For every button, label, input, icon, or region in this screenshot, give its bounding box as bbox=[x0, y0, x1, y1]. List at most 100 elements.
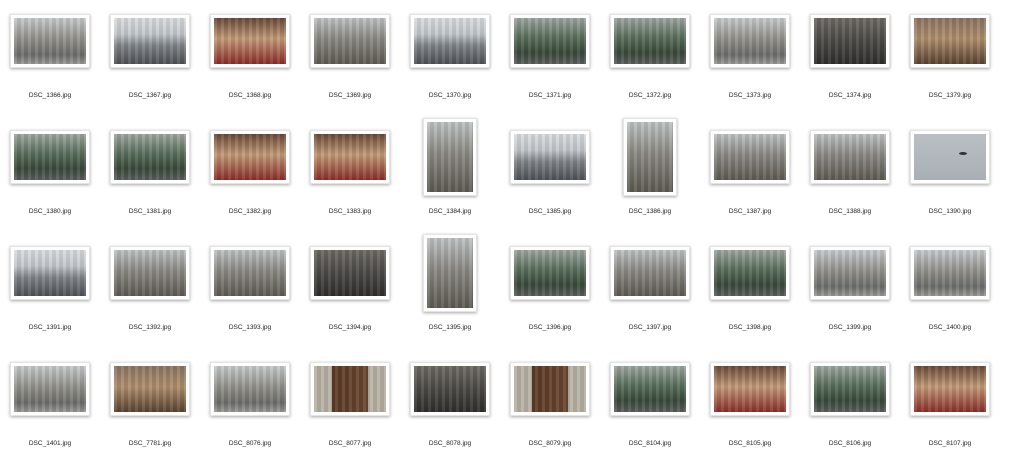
file-name-label[interactable]: DSC_1392.jpg bbox=[100, 324, 200, 331]
file-item[interactable]: DSC_1391.jpg bbox=[0, 232, 100, 348]
file-name-label[interactable]: DSC_1391.jpg bbox=[0, 324, 100, 331]
image-thumbnail[interactable] bbox=[110, 362, 190, 416]
image-thumbnail[interactable] bbox=[510, 362, 590, 416]
file-item[interactable]: DSC_1370.jpg bbox=[400, 0, 500, 116]
file-name-label[interactable]: DSC_1379.jpg bbox=[900, 92, 1000, 99]
file-item[interactable]: DSC_8104.jpg bbox=[600, 348, 700, 464]
file-item[interactable]: DSC_1366.jpg bbox=[0, 0, 100, 116]
file-name-label[interactable]: DSC_1382.jpg bbox=[200, 208, 300, 215]
image-thumbnail[interactable] bbox=[710, 14, 790, 68]
image-thumbnail[interactable] bbox=[210, 246, 290, 300]
image-thumbnail[interactable] bbox=[10, 14, 90, 68]
image-thumbnail[interactable] bbox=[310, 362, 390, 416]
image-thumbnail[interactable] bbox=[423, 234, 477, 312]
file-item[interactable]: DSC_1397.jpg bbox=[600, 232, 700, 348]
file-item[interactable]: DSC_8106.jpg bbox=[800, 348, 900, 464]
file-item[interactable]: DSC_1398.jpg bbox=[700, 232, 800, 348]
file-name-label[interactable]: DSC_1390.jpg bbox=[900, 208, 1000, 215]
file-item[interactable]: DSC_1367.jpg bbox=[100, 0, 200, 116]
file-item[interactable]: DSC_1388.jpg bbox=[800, 116, 900, 232]
file-name-label[interactable]: DSC_8078.jpg bbox=[400, 440, 500, 447]
file-name-label[interactable]: DSC_1381.jpg bbox=[100, 208, 200, 215]
file-item[interactable]: DSC_1384.jpg bbox=[400, 116, 500, 232]
file-name-label[interactable]: DSC_1393.jpg bbox=[200, 324, 300, 331]
image-thumbnail[interactable] bbox=[910, 362, 990, 416]
image-thumbnail[interactable] bbox=[810, 14, 890, 68]
file-item[interactable]: DSC_1401.jpg bbox=[0, 348, 100, 464]
file-item[interactable]: DSC_1372.jpg bbox=[600, 0, 700, 116]
image-thumbnail[interactable] bbox=[510, 130, 590, 184]
file-name-label[interactable]: DSC_8077.jpg bbox=[300, 440, 400, 447]
file-name-label[interactable]: DSC_8079.jpg bbox=[500, 440, 600, 447]
file-item[interactable]: DSC_1382.jpg bbox=[200, 116, 300, 232]
image-thumbnail[interactable] bbox=[810, 362, 890, 416]
image-thumbnail[interactable] bbox=[110, 14, 190, 68]
file-item[interactable]: DSC_8105.jpg bbox=[700, 348, 800, 464]
file-name-label[interactable]: DSC_1395.jpg bbox=[400, 324, 500, 331]
file-name-label[interactable]: DSC_1370.jpg bbox=[400, 92, 500, 99]
image-thumbnail[interactable] bbox=[810, 246, 890, 300]
file-item[interactable]: DSC_1383.jpg bbox=[300, 116, 400, 232]
file-item[interactable]: DSC_1394.jpg bbox=[300, 232, 400, 348]
file-item[interactable]: DSC_8077.jpg bbox=[300, 348, 400, 464]
image-thumbnail[interactable] bbox=[910, 246, 990, 300]
file-name-label[interactable]: DSC_1386.jpg bbox=[600, 208, 700, 215]
file-name-label[interactable]: DSC_8106.jpg bbox=[800, 440, 900, 447]
file-name-label[interactable]: DSC_1400.jpg bbox=[900, 324, 1000, 331]
image-thumbnail[interactable] bbox=[10, 130, 90, 184]
file-item[interactable]: DSC_8076.jpg bbox=[200, 348, 300, 464]
file-item[interactable]: DSC_1380.jpg bbox=[0, 116, 100, 232]
image-thumbnail[interactable] bbox=[110, 246, 190, 300]
file-name-label[interactable]: DSC_8076.jpg bbox=[200, 440, 300, 447]
image-thumbnail[interactable] bbox=[510, 14, 590, 68]
file-item[interactable]: DSC_1393.jpg bbox=[200, 232, 300, 348]
file-item[interactable]: DSC_1396.jpg bbox=[500, 232, 600, 348]
image-thumbnail[interactable] bbox=[810, 130, 890, 184]
image-thumbnail[interactable] bbox=[610, 362, 690, 416]
file-item[interactable]: DSC_1395.jpg bbox=[400, 232, 500, 348]
file-item[interactable]: DSC_1369.jpg bbox=[300, 0, 400, 116]
image-thumbnail[interactable] bbox=[910, 14, 990, 68]
file-name-label[interactable]: DSC_1401.jpg bbox=[0, 440, 100, 447]
file-item[interactable]: DSC_1373.jpg bbox=[700, 0, 800, 116]
file-name-label[interactable]: DSC_1388.jpg bbox=[800, 208, 900, 215]
file-name-label[interactable]: DSC_1371.jpg bbox=[500, 92, 600, 99]
file-item[interactable]: DSC_1387.jpg bbox=[700, 116, 800, 232]
file-name-label[interactable]: DSC_1383.jpg bbox=[300, 208, 400, 215]
file-name-label[interactable]: DSC_1366.jpg bbox=[0, 92, 100, 99]
file-name-label[interactable]: DSC_8105.jpg bbox=[700, 440, 800, 447]
file-name-label[interactable]: DSC_8107.jpg bbox=[900, 440, 1000, 447]
file-name-label[interactable]: DSC_1385.jpg bbox=[500, 208, 600, 215]
image-thumbnail[interactable] bbox=[410, 14, 490, 68]
file-name-label[interactable]: DSC_1372.jpg bbox=[600, 92, 700, 99]
file-item[interactable]: DSC_1399.jpg bbox=[800, 232, 900, 348]
image-thumbnail[interactable] bbox=[310, 246, 390, 300]
file-name-label[interactable]: DSC_1380.jpg bbox=[0, 208, 100, 215]
file-name-label[interactable]: DSC_8104.jpg bbox=[600, 440, 700, 447]
file-name-label[interactable]: DSC_1396.jpg bbox=[500, 324, 600, 331]
image-thumbnail[interactable] bbox=[710, 246, 790, 300]
file-item[interactable]: DSC_1371.jpg bbox=[500, 0, 600, 116]
file-name-label[interactable]: DSC_1367.jpg bbox=[100, 92, 200, 99]
file-item[interactable]: DSC_7781.jpg bbox=[100, 348, 200, 464]
file-item[interactable]: DSC_1390.jpg bbox=[900, 116, 1000, 232]
image-thumbnail[interactable] bbox=[423, 118, 477, 196]
image-thumbnail[interactable] bbox=[210, 14, 290, 68]
file-name-label[interactable]: DSC_1374.jpg bbox=[800, 92, 900, 99]
image-thumbnail[interactable] bbox=[610, 14, 690, 68]
file-item[interactable]: DSC_1392.jpg bbox=[100, 232, 200, 348]
file-name-label[interactable]: DSC_1368.jpg bbox=[200, 92, 300, 99]
file-name-label[interactable]: DSC_1398.jpg bbox=[700, 324, 800, 331]
image-thumbnail[interactable] bbox=[210, 362, 290, 416]
image-thumbnail[interactable] bbox=[623, 118, 677, 196]
file-name-label[interactable]: DSC_1369.jpg bbox=[300, 92, 400, 99]
file-name-label[interactable]: DSC_1399.jpg bbox=[800, 324, 900, 331]
file-item[interactable]: DSC_1385.jpg bbox=[500, 116, 600, 232]
file-item[interactable]: DSC_1386.jpg bbox=[600, 116, 700, 232]
image-thumbnail[interactable] bbox=[10, 246, 90, 300]
image-thumbnail[interactable] bbox=[110, 130, 190, 184]
file-item[interactable]: DSC_1400.jpg bbox=[900, 232, 1000, 348]
file-name-label[interactable]: DSC_1373.jpg bbox=[700, 92, 800, 99]
image-thumbnail[interactable] bbox=[710, 130, 790, 184]
image-thumbnail[interactable] bbox=[310, 130, 390, 184]
